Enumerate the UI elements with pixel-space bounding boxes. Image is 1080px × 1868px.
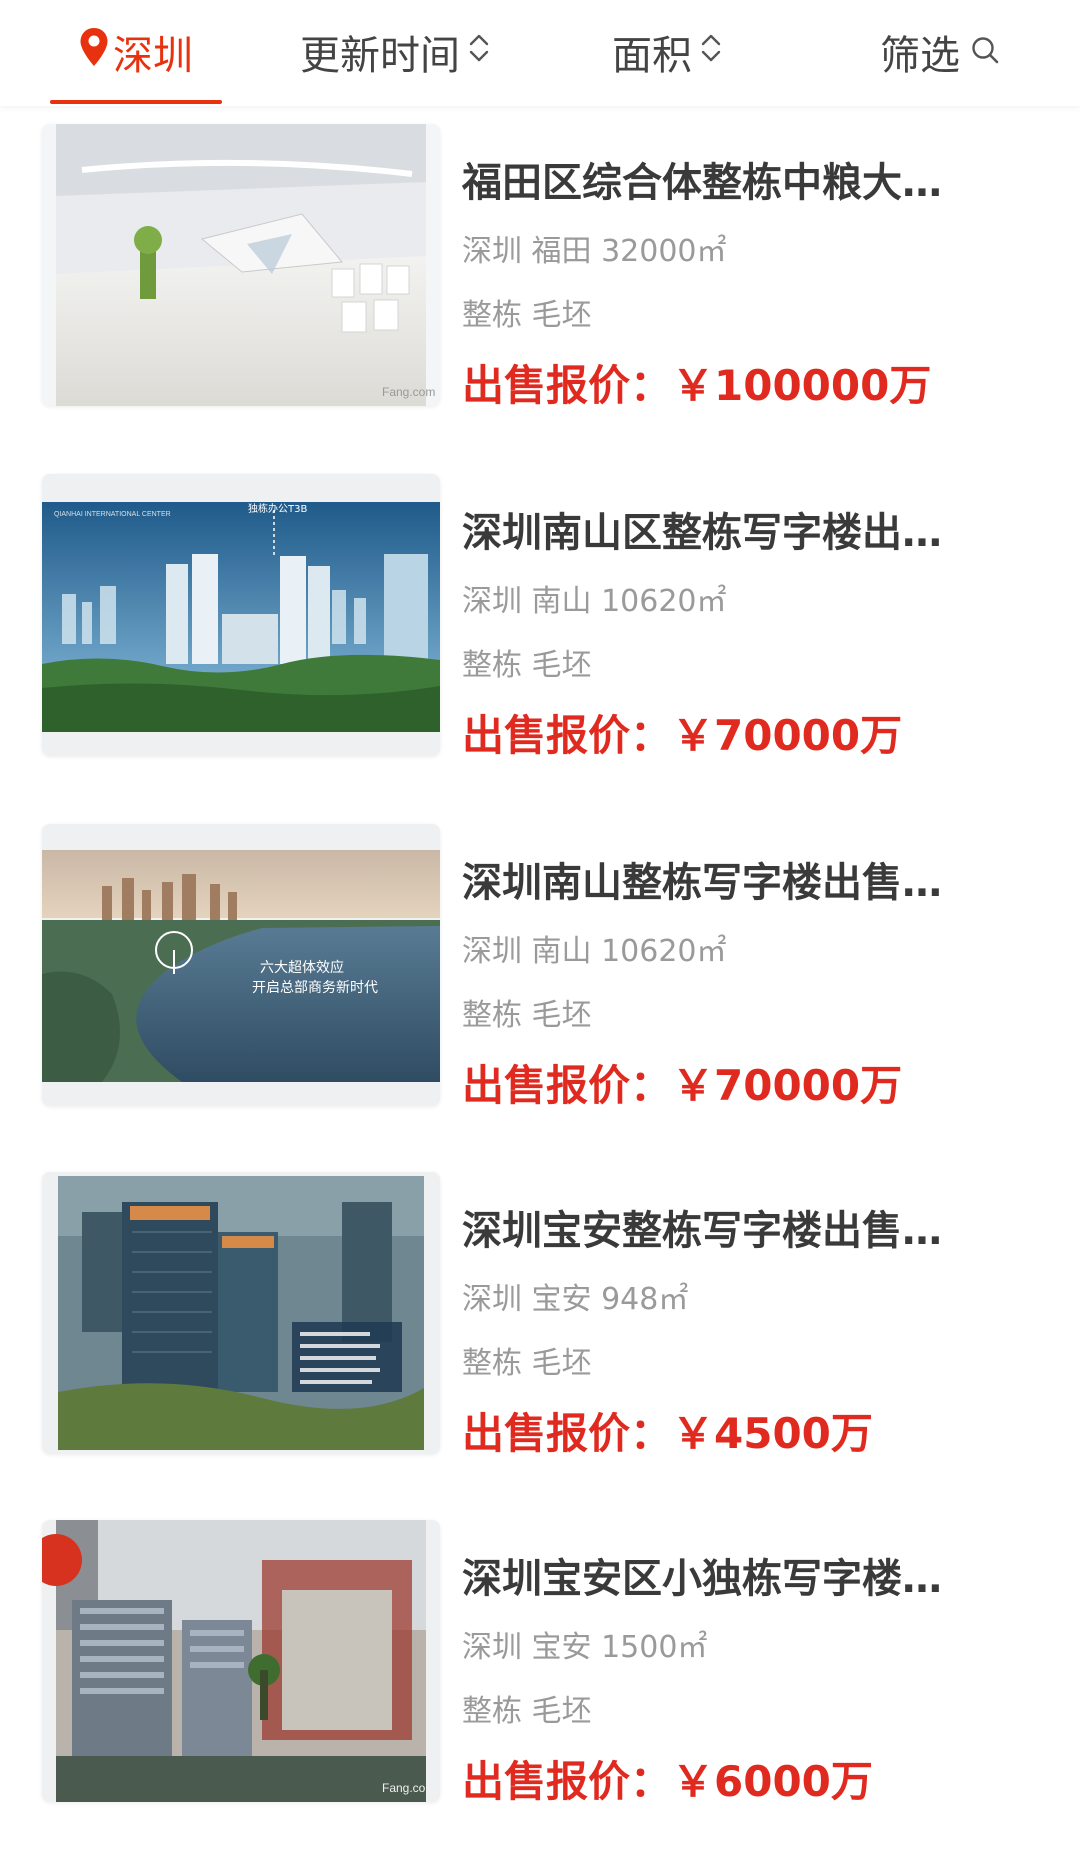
screen-label: 筛选: [880, 33, 960, 79]
listing-title: 深圳南山区整栋写字楼出…: [462, 510, 942, 556]
listing-type: 整栋 毛坯: [462, 298, 592, 333]
area-label: 面积: [612, 33, 692, 79]
listing-price: 出售报价：￥70000万: [462, 711, 903, 760]
city-filter[interactable]: 深圳: [50, 0, 222, 104]
listing-location-area: 深圳 宝安 1500㎡: [462, 1630, 708, 1665]
listing-type: 整栋 毛坯: [462, 998, 592, 1033]
listing-info: 深圳宝安整栋写字楼出售… 深圳 宝安 948㎡ 整栋 毛坯 出售报价：￥4500…: [462, 1172, 1022, 1458]
listing-info: 深圳宝安区小独栋写字楼… 深圳 宝安 1500㎡ 整栋 毛坯 出售报价：￥600…: [462, 1520, 1022, 1806]
filter-bar: 深圳 更新时间 面积 筛选: [0, 0, 1080, 106]
listing-photo: [42, 1172, 440, 1454]
watermark-text: Fang.com: [382, 385, 435, 399]
listing-card[interactable]: Fang.com 福田区综合体整栋中粮大… 深圳 福田 32000㎡ 整栋 毛坯…: [0, 124, 1080, 424]
listing-type: 整栋 毛坯: [462, 1694, 592, 1729]
listing-price: 出售报价：￥70000万: [462, 1061, 903, 1110]
listing-title: 福田区综合体整栋中粮大…: [462, 160, 942, 206]
update-time-sort[interactable]: 更新时间: [300, 0, 490, 104]
image-label: QIANHAI INTERNATIONAL CENTER: [54, 511, 171, 518]
watermark-text: Fang.com: [382, 1781, 435, 1795]
listing-card[interactable]: 深圳宝安整栋写字楼出售… 深圳 宝安 948㎡ 整栋 毛坯 出售报价：￥4500…: [0, 1172, 1080, 1472]
area-sort[interactable]: 面积: [612, 0, 722, 104]
listing-location-area: 深圳 南山 10620㎡: [462, 934, 727, 969]
city-filter-label: 深圳: [113, 33, 193, 79]
search-icon: [970, 29, 1000, 75]
listing-title: 深圳南山整栋写字楼出售…: [462, 860, 942, 906]
listing-title: 深圳宝安区小独栋写字楼…: [462, 1556, 942, 1602]
listing-info: 深圳南山区整栋写字楼出… 深圳 南山 10620㎡ 整栋 毛坯 出售报价：￥70…: [462, 474, 1022, 760]
listing-type: 整栋 毛坯: [462, 1346, 592, 1381]
listing-photo: Fang.com: [42, 124, 440, 406]
update-time-label: 更新时间: [300, 33, 460, 79]
listing-info: 福田区综合体整栋中粮大… 深圳 福田 32000㎡ 整栋 毛坯 出售报价：￥10…: [462, 124, 1022, 410]
active-tab-underline: [50, 100, 222, 104]
listing-title: 深圳宝安整栋写字楼出售…: [462, 1208, 942, 1254]
listing-info: 深圳南山整栋写字楼出售… 深圳 南山 10620㎡ 整栋 毛坯 出售报价：￥70…: [462, 824, 1022, 1110]
listing-photo: 独栋办公T3B QIANHAI INTERNATIONAL CENTER: [42, 474, 440, 756]
listing-card[interactable]: 独栋办公T3B QIANHAI INTERNATIONAL CENTER 深圳南…: [0, 474, 1080, 774]
listing-photo: 六大超体效应 开启总部商务新时代: [42, 824, 440, 1106]
listing-price: 出售报价：￥6000万: [462, 1757, 873, 1806]
sort-updown-icon: [468, 29, 490, 75]
image-caption: 独栋办公T3B: [248, 502, 307, 515]
listing-card[interactable]: 六大超体效应 开启总部商务新时代 深圳南山整栋写字楼出售… 深圳 南山 1062…: [0, 824, 1080, 1124]
sort-updown-icon: [700, 29, 722, 75]
location-pin-icon: [79, 27, 109, 77]
image-caption-1: 六大超体效应: [260, 959, 344, 976]
listing-type: 整栋 毛坯: [462, 648, 592, 683]
image-caption-2: 开启总部商务新时代: [252, 980, 378, 996]
listing-price: 出售报价：￥100000万: [462, 361, 932, 410]
listing-location-area: 深圳 福田 32000㎡: [462, 234, 727, 269]
screen-filter[interactable]: 筛选: [880, 0, 1000, 104]
listing-location-area: 深圳 南山 10620㎡: [462, 584, 727, 619]
listing-photo: Fang.com: [42, 1520, 440, 1802]
listing-card[interactable]: Fang.com 深圳宝安区小独栋写字楼… 深圳 宝安 1500㎡ 整栋 毛坯 …: [0, 1520, 1080, 1820]
listing-location-area: 深圳 宝安 948㎡: [462, 1282, 689, 1317]
listing-price: 出售报价：￥4500万: [462, 1409, 873, 1458]
